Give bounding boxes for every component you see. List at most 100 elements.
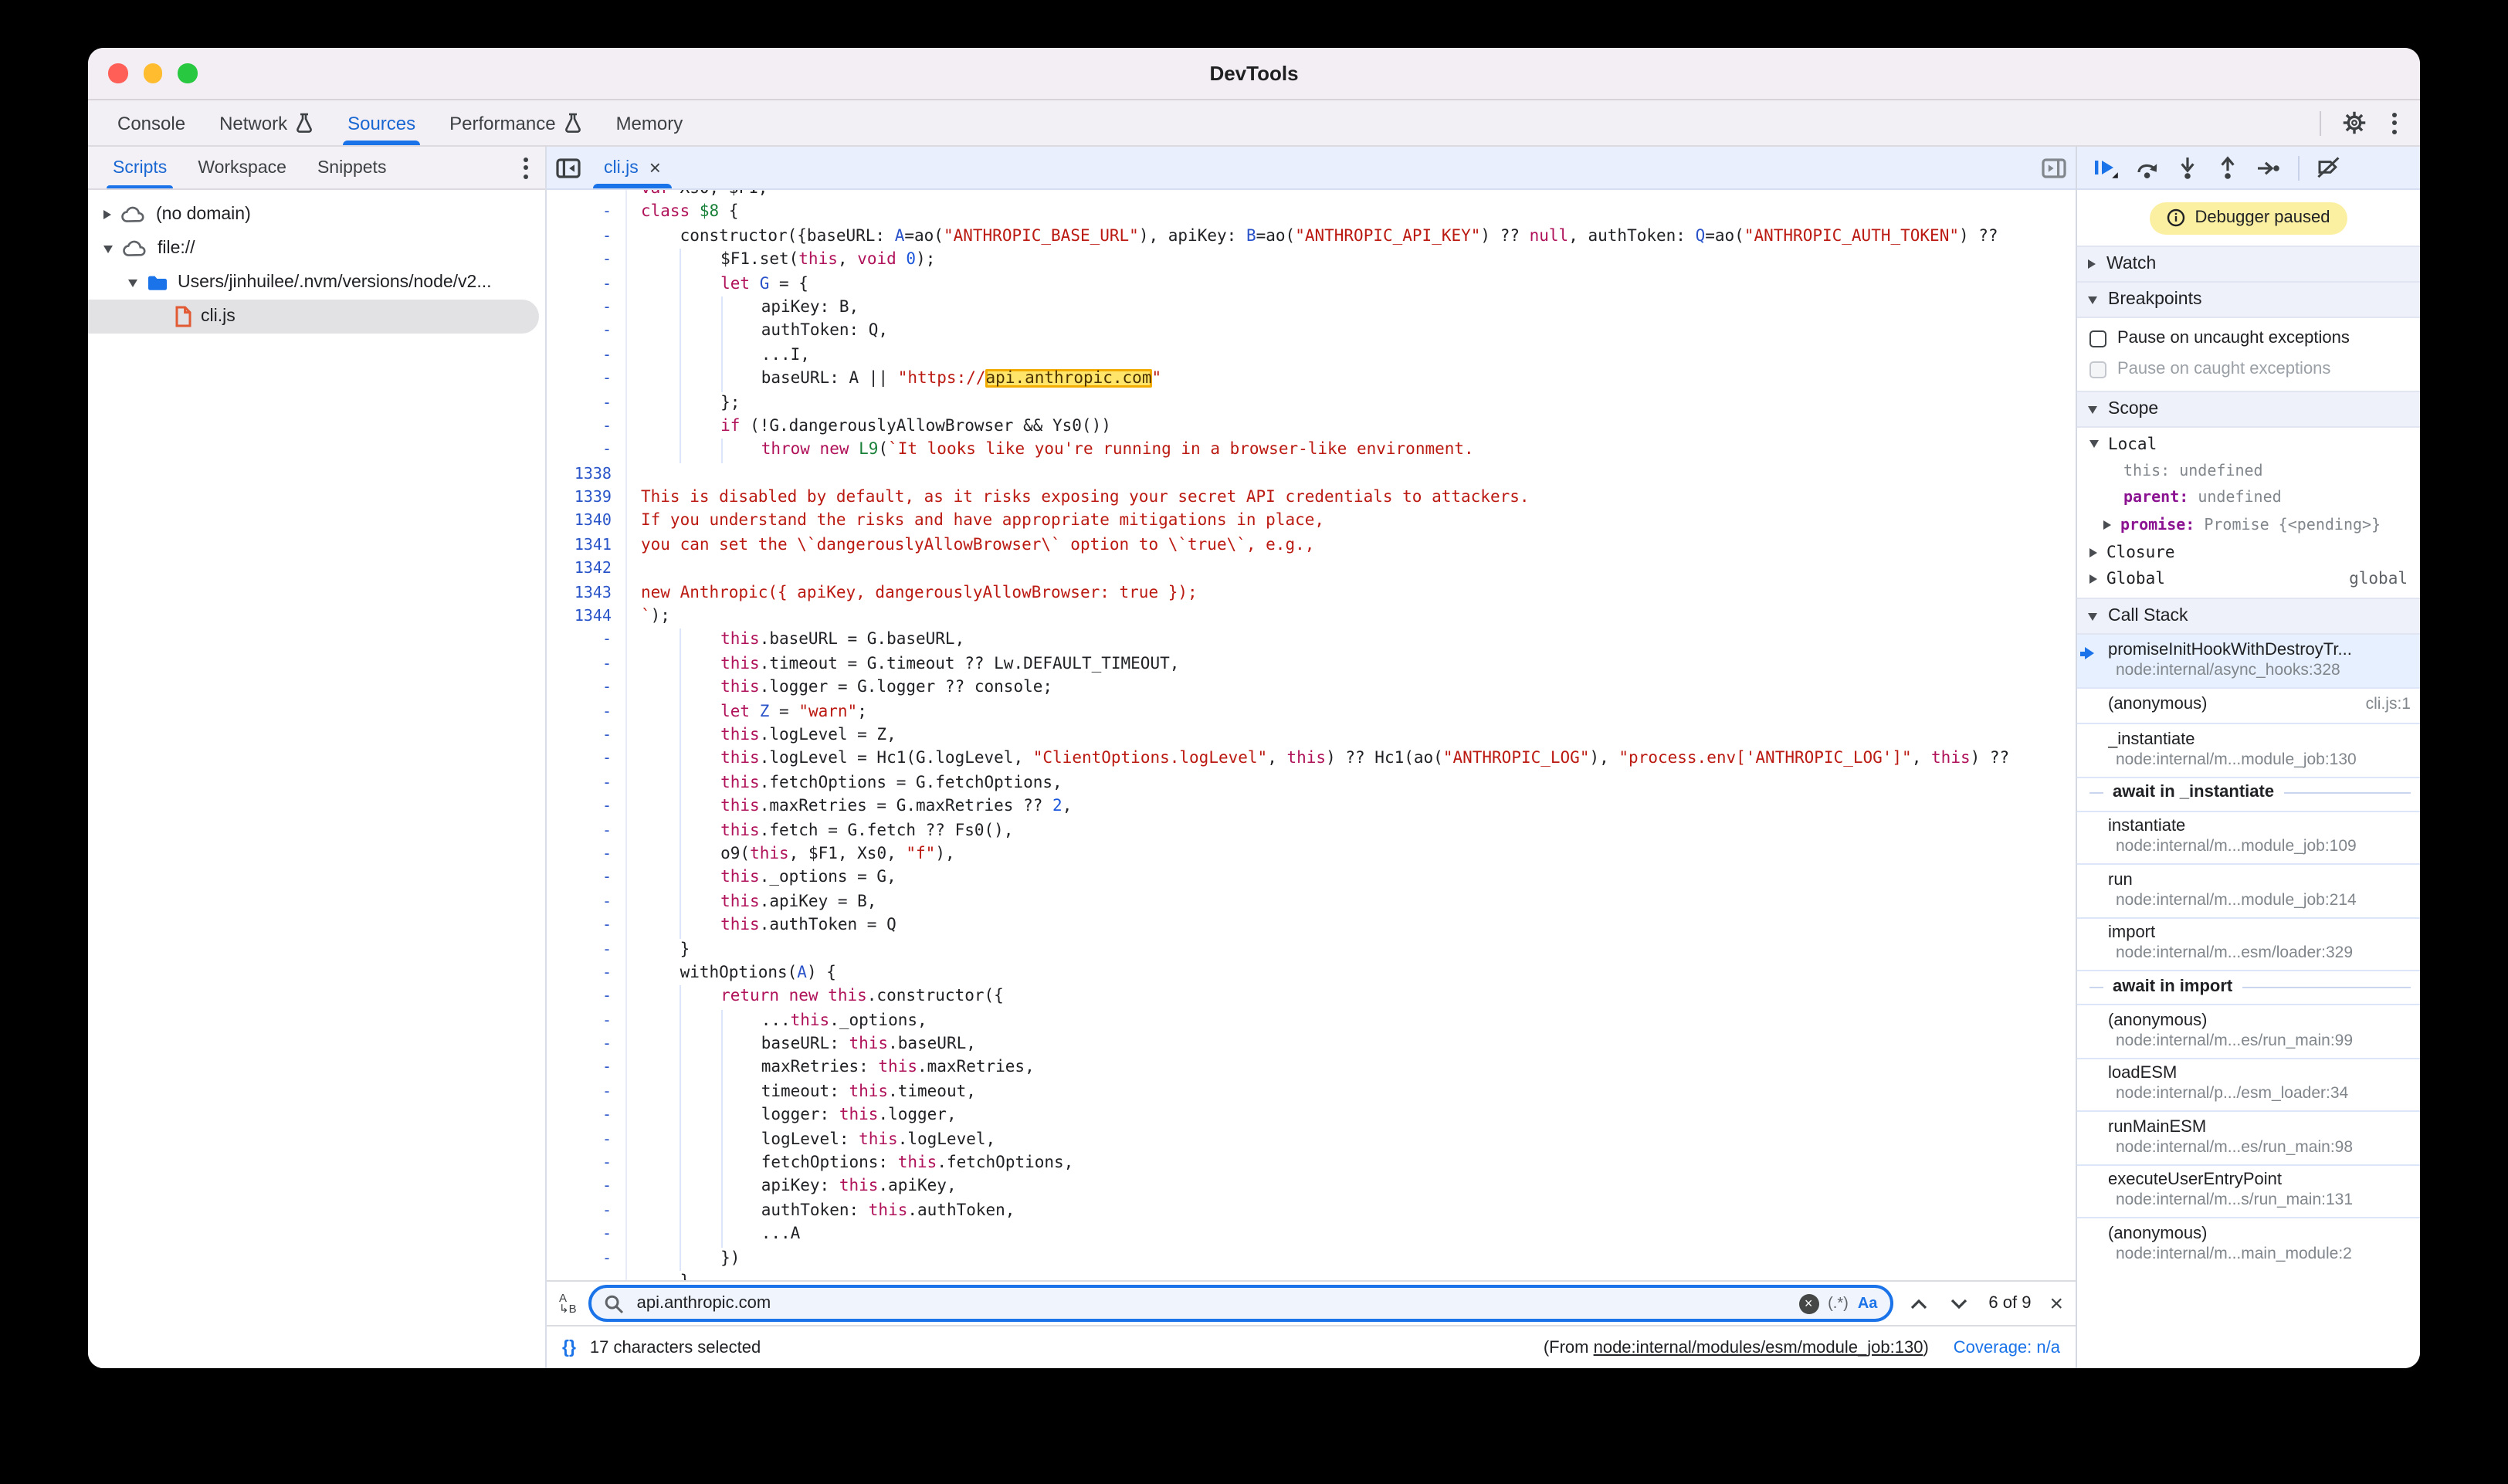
- call-stack-frame[interactable]: _instantiatenode:internal/m...module_job…: [2077, 723, 2420, 776]
- scope-local[interactable]: Local: [2077, 431, 2420, 458]
- line-number[interactable]: 1338: [547, 462, 627, 486]
- line-number[interactable]: -: [547, 1081, 627, 1105]
- pretty-print-icon[interactable]: {}: [562, 1338, 576, 1357]
- line-number[interactable]: -: [547, 1200, 627, 1224]
- more-options-icon[interactable]: [2388, 107, 2401, 138]
- chevron-right-icon[interactable]: [2103, 521, 2111, 530]
- call-stack-frame[interactable]: loadESMnode:internal/p.../esm_loader:34: [2077, 1057, 2420, 1110]
- line-number[interactable]: -: [547, 273, 627, 296]
- navigator-tab-workspace[interactable]: Workspace: [182, 147, 302, 188]
- tab-cli-js[interactable]: cli.js ×: [590, 147, 675, 188]
- coverage-link[interactable]: Coverage: n/a: [1954, 1338, 2060, 1357]
- tab-memory[interactable]: Memory: [599, 100, 700, 145]
- call-stack-frame[interactable]: importnode:internal/m...esm/loader:329: [2077, 916, 2420, 970]
- search-field[interactable]: × (.*) Aa: [589, 1285, 1893, 1322]
- line-number[interactable]: -: [547, 1176, 627, 1200]
- line-number[interactable]: 1342: [547, 558, 627, 582]
- line-number[interactable]: -: [547, 1057, 627, 1081]
- line-number[interactable]: -: [547, 914, 627, 938]
- line-number[interactable]: -: [547, 225, 627, 249]
- breakpoint-option[interactable]: Pause on uncaught exceptions: [2077, 323, 2420, 354]
- tree-item-cli-js[interactable]: cli.js: [88, 300, 539, 334]
- line-number[interactable]: -: [547, 320, 627, 344]
- code-editor[interactable]: -var Xs0, $F1;-class $8 {-constructor({b…: [547, 190, 2076, 1280]
- checkbox[interactable]: [2089, 330, 2106, 347]
- search-input[interactable]: [634, 1293, 1790, 1314]
- line-number[interactable]: 1343: [547, 581, 627, 605]
- line-number[interactable]: -: [547, 962, 627, 986]
- line-number[interactable]: -: [547, 986, 627, 1010]
- line-number[interactable]: -: [547, 890, 627, 914]
- line-number[interactable]: -: [547, 724, 627, 748]
- navigator-tab-snippets[interactable]: Snippets: [302, 147, 402, 188]
- line-number[interactable]: -: [547, 1033, 627, 1057]
- line-number[interactable]: -: [547, 249, 627, 273]
- line-number[interactable]: -: [547, 748, 627, 772]
- tab-sources[interactable]: Sources: [330, 100, 432, 145]
- chevron-down-icon[interactable]: [128, 279, 137, 286]
- section-watch[interactable]: Watch: [2077, 246, 2420, 283]
- scope-entry-promise[interactable]: promise:Promise {<pending>}: [2077, 512, 2420, 539]
- scope-closure[interactable]: Closure: [2077, 539, 2420, 566]
- navigator-more-icon[interactable]: [519, 152, 533, 183]
- line-number[interactable]: -: [547, 867, 627, 891]
- line-number[interactable]: -: [547, 676, 627, 700]
- line-number[interactable]: -: [547, 1223, 627, 1247]
- line-number[interactable]: 1341: [547, 534, 627, 558]
- scope-global[interactable]: Globalglobal: [2077, 566, 2420, 593]
- find-replace-icon[interactable]: A↳B: [559, 1292, 577, 1315]
- line-number[interactable]: -: [547, 653, 627, 677]
- line-number[interactable]: -: [547, 795, 627, 819]
- step-out-icon[interactable]: [2216, 156, 2239, 179]
- line-number[interactable]: 1344: [547, 605, 627, 629]
- tree-item-file-[interactable]: file://: [88, 232, 545, 266]
- line-number[interactable]: -: [547, 296, 627, 320]
- chevron-right-icon[interactable]: [103, 210, 111, 219]
- deactivate-breakpoints-icon[interactable]: [2317, 156, 2341, 179]
- call-stack-frame[interactable]: (anonymous)node:internal/m...es/run_main…: [2077, 1004, 2420, 1057]
- match-case-toggle[interactable]: Aa: [1858, 1295, 1878, 1312]
- tab-network[interactable]: Network: [202, 100, 330, 145]
- line-number[interactable]: -: [547, 843, 627, 867]
- call-stack-frame[interactable]: runnode:internal/m...module_job:214: [2077, 863, 2420, 916]
- tab-performance[interactable]: Performance: [432, 100, 598, 145]
- line-number[interactable]: -: [547, 772, 627, 796]
- regex-toggle[interactable]: (.*): [1828, 1295, 1849, 1312]
- step-over-icon[interactable]: [2136, 157, 2159, 178]
- hide-navigator-icon[interactable]: [547, 147, 590, 188]
- tree-item-users-jinhuilee-nvm-versions-node-v2-[interactable]: Users/jinhuilee/.nvm/versions/node/v2...: [88, 266, 545, 300]
- section-scope[interactable]: Scope: [2077, 391, 2420, 428]
- line-number[interactable]: -: [547, 700, 627, 724]
- call-stack-frame[interactable]: (anonymous)cli.js:1: [2077, 686, 2420, 723]
- hide-debugger-pane-icon[interactable]: [2032, 147, 2076, 188]
- section-call-stack[interactable]: Call Stack: [2077, 598, 2420, 635]
- navigator-tab-scripts[interactable]: Scripts: [97, 147, 182, 188]
- line-number[interactable]: -: [547, 439, 627, 463]
- call-stack-frame[interactable]: (anonymous)node:internal/m...main_module…: [2077, 1217, 2420, 1270]
- next-match-button[interactable]: [1945, 1289, 1973, 1317]
- line-number[interactable]: -: [547, 344, 627, 368]
- line-number[interactable]: -: [547, 1247, 627, 1271]
- line-number[interactable]: -: [547, 415, 627, 439]
- source-link[interactable]: node:internal/modules/esm/module_job:130: [1594, 1338, 1923, 1357]
- close-search-icon[interactable]: ×: [2049, 1292, 2063, 1315]
- line-number[interactable]: -: [547, 1009, 627, 1033]
- step-into-icon[interactable]: [2176, 156, 2199, 179]
- line-number[interactable]: -: [547, 368, 627, 391]
- line-number[interactable]: -: [547, 819, 627, 843]
- gear-icon[interactable]: [2343, 111, 2366, 134]
- line-number[interactable]: 1339: [547, 486, 627, 510]
- close-tab-icon[interactable]: ×: [649, 158, 661, 178]
- section-breakpoints[interactable]: Breakpoints: [2077, 283, 2420, 318]
- line-number[interactable]: 1340: [547, 510, 627, 534]
- call-stack-frame[interactable]: instantiatenode:internal/m...module_job:…: [2077, 810, 2420, 863]
- scope-entry-this[interactable]: this:undefined: [2077, 458, 2420, 485]
- call-stack-frame[interactable]: runMainESMnode:internal/m...es/run_main:…: [2077, 1110, 2420, 1164]
- tab-console[interactable]: Console: [100, 100, 202, 145]
- line-number[interactable]: -: [547, 190, 627, 202]
- clear-search-icon[interactable]: ×: [1798, 1293, 1818, 1313]
- line-number[interactable]: -: [547, 1128, 627, 1152]
- line-number[interactable]: -: [547, 1271, 627, 1280]
- line-number[interactable]: -: [547, 391, 627, 415]
- step-icon[interactable]: [2256, 157, 2281, 178]
